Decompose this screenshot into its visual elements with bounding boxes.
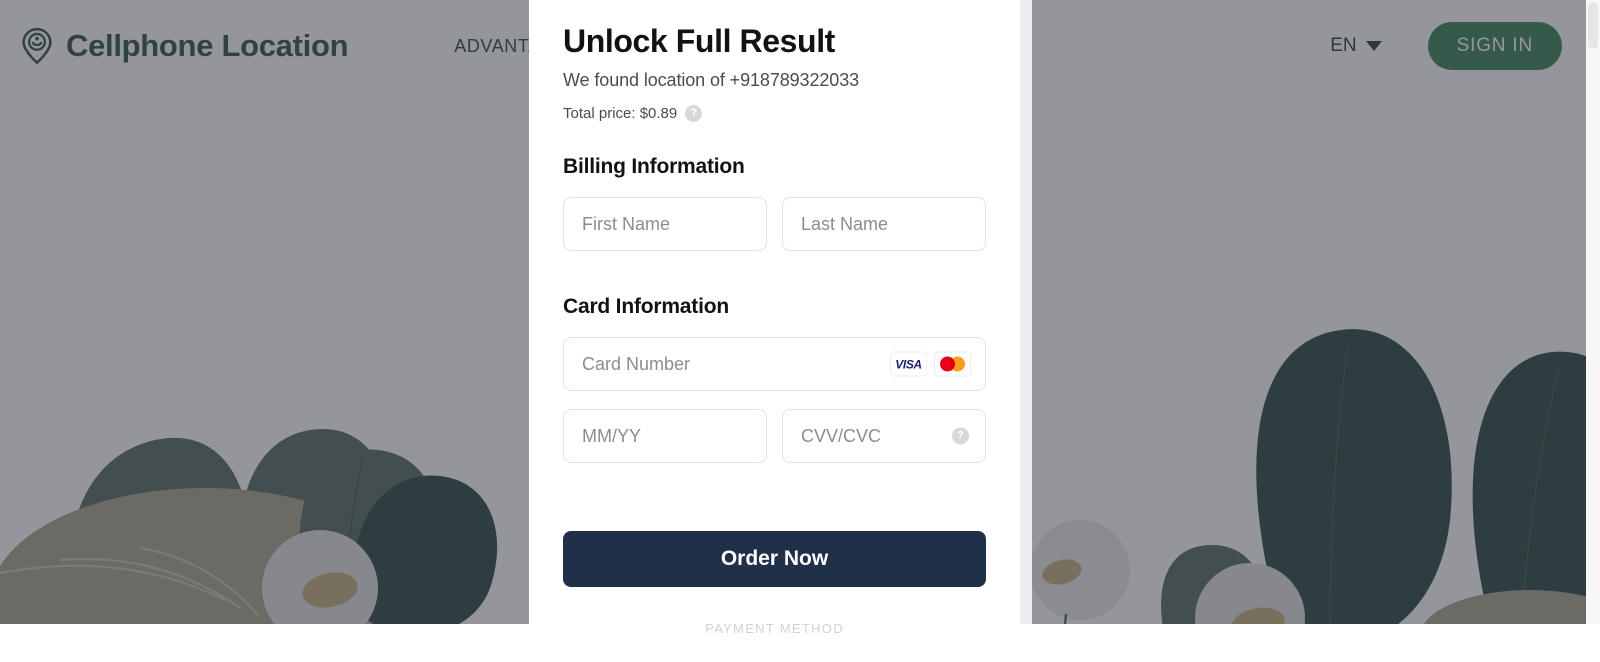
expiry-field[interactable]	[563, 409, 767, 464]
mastercard-icon	[934, 351, 971, 377]
last-name-input[interactable]	[801, 213, 967, 235]
last-name-field[interactable]	[782, 197, 986, 252]
total-price-row: Total price: $0.89 ?	[563, 105, 986, 123]
question-mark-icon[interactable]: ?	[685, 105, 703, 123]
first-name-input[interactable]	[582, 213, 748, 235]
page-scrollbar[interactable]	[1586, 0, 1600, 624]
expiry-input[interactable]	[582, 425, 748, 447]
order-now-button[interactable]: Order Now	[563, 531, 986, 588]
billing-name-row	[563, 197, 986, 252]
modal-title: Unlock Full Result	[563, 23, 835, 59]
card-brand-icons: VISA	[890, 351, 971, 377]
total-price-label: Total price: $0.89	[563, 105, 678, 123]
page-scrollbar-thumb[interactable]	[1588, 2, 1598, 49]
payment-method-label: PAYMENT METHOD	[705, 621, 844, 637]
card-expiry-cvv-row: ?	[563, 409, 986, 464]
cvv-input[interactable]	[801, 425, 967, 447]
visa-label: VISA	[895, 357, 922, 372]
card-section-title: Card Information	[563, 295, 729, 319]
cvv-field[interactable]: ?	[782, 409, 986, 464]
question-mark-icon[interactable]: ?	[952, 427, 969, 445]
card-number-row: VISA	[563, 337, 986, 392]
modal-subtitle: We found location of +918789322033	[563, 70, 860, 91]
billing-section-title: Billing Information	[563, 155, 745, 179]
unlock-full-result-modal: Unlock Full Result We found location of …	[529, 0, 1020, 662]
first-name-field[interactable]	[563, 197, 767, 252]
visa-icon: VISA	[890, 351, 927, 377]
card-number-field[interactable]: VISA	[563, 337, 986, 392]
modal-scrollbar[interactable]	[1020, 0, 1032, 624]
